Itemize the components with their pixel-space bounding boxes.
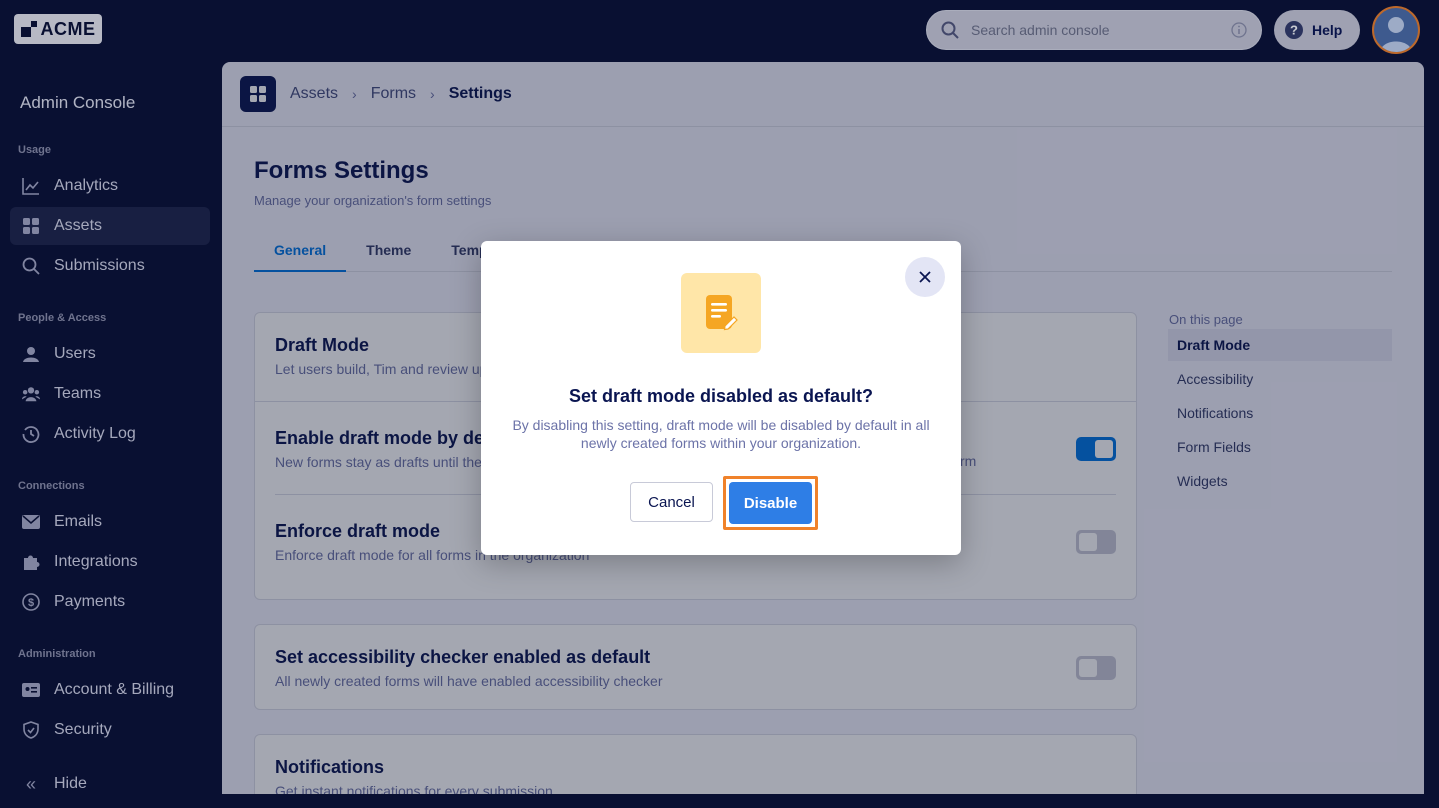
document-edit-icon	[681, 273, 761, 353]
dialog-message: By disabling this setting, draft mode wi…	[512, 417, 930, 451]
disable-button-highlight: Disable	[723, 476, 818, 530]
dialog-title: Set draft mode disabled as default?	[568, 386, 874, 406]
cancel-button[interactable]: Cancel	[630, 482, 713, 522]
disable-button[interactable]: Disable	[729, 482, 812, 524]
close-button[interactable]	[905, 257, 945, 297]
confirm-dialog: Set draft mode disabled as default? By d…	[481, 241, 961, 555]
close-icon	[919, 271, 931, 283]
